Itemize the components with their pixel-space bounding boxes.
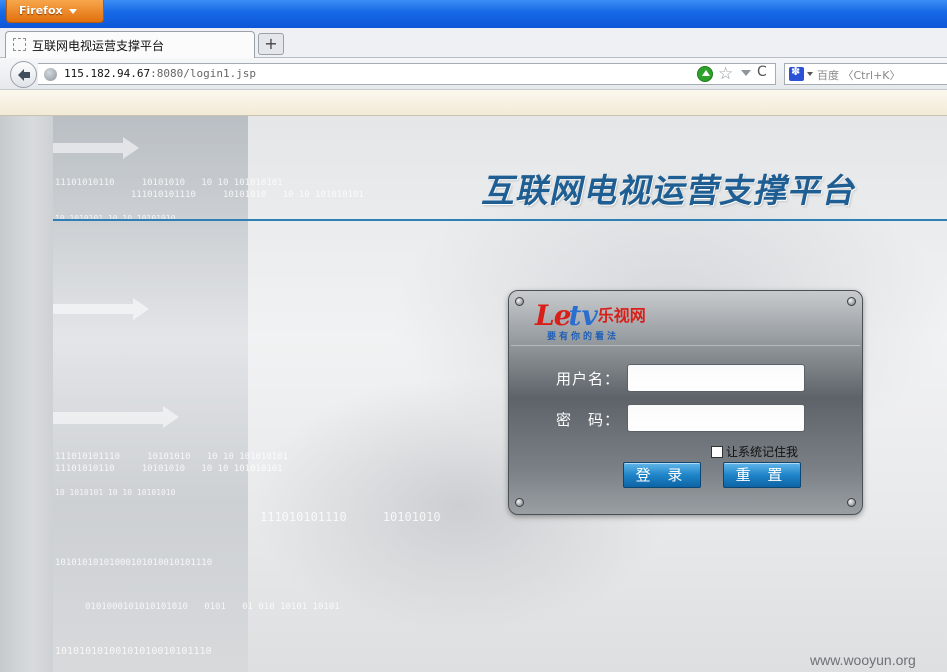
bookmarks-toolbar <box>0 90 947 116</box>
back-button[interactable] <box>10 61 37 88</box>
baidu-paw-icon[interactable] <box>789 65 804 81</box>
binary-decor-text: 111010101110 10101010 10 10 101010101 <box>55 452 288 462</box>
window-title-bar: Firefox <box>0 0 947 28</box>
logo-tv: tv <box>568 299 598 332</box>
search-bar[interactable]: 百度 〈Ctrl+K〉 <box>784 63 947 85</box>
bookmark-star-icon[interactable]: ☆ <box>718 64 733 84</box>
binary-decor-text: 11101010110 10101010 10 10 101010101 <box>55 464 283 474</box>
header-divider <box>53 219 947 221</box>
username-label: 用户名： <box>556 370 621 388</box>
remember-me[interactable]: 让系统记住我 <box>711 441 798 460</box>
letv-logo: Letv乐视网 <box>535 299 646 332</box>
screw-icon <box>515 297 524 306</box>
new-tab-button[interactable]: + <box>258 33 284 55</box>
panel-divider <box>511 345 860 346</box>
logo-cn: 乐视网 <box>597 306 646 325</box>
login-panel: Letv乐视网 要有你的看法 用户名： 密 码： 让系统记住我 登 录 重 置 <box>508 290 863 515</box>
left-decor-bar <box>0 116 53 672</box>
remember-me-label: 让系统记住我 <box>726 445 799 459</box>
screw-icon <box>847 297 856 306</box>
firefox-menu-button[interactable]: Firefox <box>6 0 104 23</box>
decor-arrow <box>53 298 149 320</box>
tab-active[interactable]: 互联网电视运营支撑平台 <box>5 31 255 58</box>
logo-le: Le <box>535 299 572 332</box>
go-arrow-icon[interactable] <box>697 66 713 82</box>
password-input[interactable] <box>627 404 805 432</box>
chevron-down-icon <box>68 8 77 14</box>
back-arrow-icon <box>17 69 30 81</box>
url-path: :8080/login1.jsp <box>150 67 257 80</box>
login-button[interactable]: 登 录 <box>623 462 701 488</box>
watermark: www.wooyun.org <box>810 652 916 668</box>
page-title: 互联网电视运营支撑平台 <box>479 171 862 210</box>
globe-icon <box>44 68 57 81</box>
history-dropdown-icon[interactable] <box>741 70 751 76</box>
password-label: 密 码： <box>556 411 621 429</box>
decor-arrow <box>53 406 179 428</box>
binary-decor-text: 11101010110 10101010 10 10 101010101 <box>55 178 283 188</box>
search-engine-dropdown-icon[interactable] <box>807 72 813 76</box>
binary-decor-text: 10 1010101 10 10 10101010 <box>55 488 176 497</box>
page-favicon-icon <box>13 38 26 51</box>
reload-icon[interactable]: C <box>757 64 767 80</box>
binary-decor-text: 0101000101010101010 0101 01 010 10101 10… <box>85 602 340 612</box>
screw-icon <box>515 498 524 507</box>
binary-decor-text: 111010101110 10101010 10 10 101010101 <box>55 190 364 200</box>
binary-decor-text: 111010101110 10101010 <box>260 510 441 524</box>
tab-strip: 互联网电视运营支撑平台 + <box>0 28 947 58</box>
binary-decor-text: 10101010100101010010101110 <box>55 646 212 657</box>
reset-button[interactable]: 重 置 <box>723 462 801 488</box>
navigation-toolbar: 115.182.94.67:8080/login1.jsp ☆ C 百度 〈Ct… <box>0 58 947 90</box>
logo-slogan: 要有你的看法 <box>547 332 620 342</box>
url-bar[interactable]: 115.182.94.67:8080/login1.jsp ☆ C <box>38 63 776 85</box>
remember-me-checkbox[interactable] <box>711 445 723 458</box>
url-host: 115.182.94.67 <box>64 67 151 80</box>
search-placeholder: 百度 〈Ctrl+K〉 <box>817 69 901 82</box>
decor-arrow <box>53 137 139 159</box>
page-content: 11101010110 10101010 10 10 101010101 111… <box>0 116 947 672</box>
firefox-menu-label: Firefox <box>19 4 63 17</box>
tab-title: 互联网电视运营支撑平台 <box>32 39 165 53</box>
screw-icon <box>847 498 856 507</box>
username-input[interactable] <box>627 364 805 392</box>
url-text[interactable]: 115.182.94.67:8080/login1.jsp <box>64 67 256 80</box>
binary-decor-text: 10101010101000101010010101110 <box>55 558 213 568</box>
